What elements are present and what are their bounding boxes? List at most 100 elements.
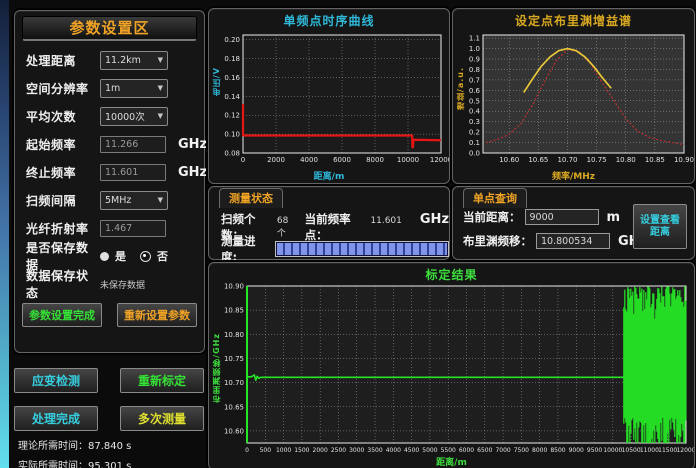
row-process-distance: 处理距离 11.2km ▼ [26,46,196,74]
process-done-button[interactable]: 处理完成 [14,406,98,431]
query-shift-input[interactable] [536,233,610,249]
svg-text:0.7: 0.7 [469,76,480,84]
svg-text:8000: 8000 [366,156,384,164]
svg-text:10.70: 10.70 [557,156,577,164]
gain-ylabel: 增益/a.u. [455,67,466,110]
svg-text:10.90: 10.90 [674,156,694,164]
measure-progress-bar [275,241,449,257]
row-start-frequency: 起始频率 GHz [26,130,196,158]
svg-text:4500: 4500 [404,447,419,454]
svg-text:0.1: 0.1 [469,139,480,147]
svg-text:0.9: 0.9 [469,56,480,64]
gain-spectrum-chart: 10.6010.6510.7010.7510.8010.8510.900.00.… [453,27,694,179]
radio-no-label: 否 [157,248,168,264]
svg-text:0.8: 0.8 [469,66,480,74]
parameter-buttons: 参数设置完成 重新设置参数 [15,298,204,327]
svg-text:1.1: 1.1 [469,35,480,43]
svg-text:10.85: 10.85 [224,307,244,315]
query-distance-input[interactable] [525,209,599,225]
svg-text:10.75: 10.75 [224,355,244,363]
action-buttons: 应变检测 重新标定 处理完成 多次测量 [14,368,204,431]
radio-yes-label: 是 [115,248,126,264]
svg-text:11000: 11000 [640,447,659,454]
svg-text:0.2: 0.2 [469,129,480,137]
svg-text:0.0: 0.0 [469,150,480,158]
stop-frequency-input[interactable] [100,164,166,181]
theoretical-time-value: 87.840 s [88,441,131,452]
params-reset-button[interactable]: 重新设置参数 [117,303,197,327]
sweep-interval-dropdown[interactable]: 5MHz ▼ [100,191,168,210]
gain-xlabel: 频率/MHz [453,169,694,182]
svg-text:2500: 2500 [331,447,346,454]
svg-text:0: 0 [245,447,249,454]
row-save-data: 是否保存数据 是 否 [26,242,196,270]
desktop-background-strip [0,0,9,468]
svg-text:5000: 5000 [422,447,437,454]
svg-text:3000: 3000 [349,447,364,454]
spatial-resolution-dropdown[interactable]: 1m ▼ [100,79,168,98]
gain-chart-title: 设定点布里渊增益谱 [453,9,694,29]
progress-label: 测量进度: [221,233,271,265]
set-view-distance-button[interactable]: 设置查看 距离 [633,204,687,249]
radio-yes-icon[interactable] [100,252,109,261]
svg-text:7000: 7000 [495,447,510,454]
svg-text:0.08: 0.08 [224,150,240,158]
row-sweep-interval: 扫频间隔 5MHz ▼ [26,186,196,214]
timeseries-chart-panel: 单频点时序曲线 0200040006000800010000120000.080… [208,8,450,184]
params-done-button[interactable]: 参数设置完成 [22,303,102,327]
average-count-label: 平均次数 [26,108,100,125]
chevron-down-icon: ▼ [158,112,163,120]
query-distance-label: 当前距离： [463,209,521,225]
multi-measure-button[interactable]: 多次测量 [120,406,204,431]
svg-text:0: 0 [241,156,245,164]
svg-text:10.80: 10.80 [616,156,636,164]
point-query-tab: 单点查询 [463,188,527,208]
svg-text:3500: 3500 [367,447,382,454]
svg-text:0.20: 0.20 [224,36,240,44]
svg-text:6500: 6500 [477,447,492,454]
row-average-count: 平均次数 10000次 ▼ [26,102,196,130]
svg-text:11500: 11500 [658,447,677,454]
svg-text:5500: 5500 [441,447,456,454]
svg-text:8500: 8500 [550,447,565,454]
progress-row: 测量进度: [221,233,449,265]
svg-text:0.14: 0.14 [224,93,240,101]
svg-text:10.80: 10.80 [224,331,244,339]
actual-time-label: 实际所需时间： [18,461,88,468]
svg-text:2000: 2000 [267,156,285,164]
svg-text:6000: 6000 [459,447,474,454]
stop-frequency-unit: GHz [178,165,207,180]
gain-spectrum-panel: 设定点布里渊增益谱 10.6010.6510.7010.7510.8010.85… [452,8,695,184]
calibration-chart: 0500100015002000250030003500400045005000… [209,281,694,467]
radio-no-icon[interactable] [140,251,151,262]
parameter-rows: 处理距离 11.2km ▼ 空间分辨率 1m ▼ 平均次数 10000次 ▼ [15,42,204,298]
svg-text:4000: 4000 [300,156,318,164]
row-stop-frequency: 终止频率 GHz [26,158,196,186]
row-refractive-index: 光纤折射率 [26,214,196,242]
svg-text:1.0: 1.0 [469,45,480,53]
svg-text:0.18: 0.18 [224,55,240,63]
calibration-panel: 标定结果 05001000150020002500300035004000450… [208,262,695,468]
measure-status-tab: 测量状态 [219,188,283,208]
process-distance-dropdown[interactable]: 11.2km ▼ [100,51,168,70]
measure-status-panel: 测量状态 扫频个数： 68个 当前频率点： 11.601 GHz 测量进度: [208,186,450,260]
average-count-dropdown[interactable]: 10000次 ▼ [100,107,168,126]
refractive-index-input[interactable] [100,220,166,237]
app-window: 参数设置区 处理距离 11.2km ▼ 空间分辨率 1m ▼ 平均次数 10 [0,0,696,468]
svg-text:0.10: 0.10 [224,131,240,139]
svg-text:0.5: 0.5 [469,97,480,105]
point-query-panel: 单点查询 当前距离： m 布里渊频移： GHz 设置查看 距离 [452,186,695,260]
start-frequency-input[interactable] [100,136,166,153]
svg-text:10.75: 10.75 [587,156,607,164]
svg-text:10.60: 10.60 [499,156,519,164]
recalibrate-button[interactable]: 重新标定 [120,368,204,393]
svg-text:500: 500 [260,447,272,454]
chevron-down-icon: ▼ [158,196,163,204]
spatial-resolution-label: 空间分辨率 [26,80,100,97]
measure-progress-fill [277,243,447,255]
timeseries-chart: 0200040006000800010000120000.080.100.120… [209,27,449,179]
current-freq-value: 11.601 [370,216,402,226]
svg-text:6000: 6000 [333,156,351,164]
strain-detect-button[interactable]: 应变检测 [14,368,98,393]
calibration-xlabel: 距离/m [209,455,694,468]
